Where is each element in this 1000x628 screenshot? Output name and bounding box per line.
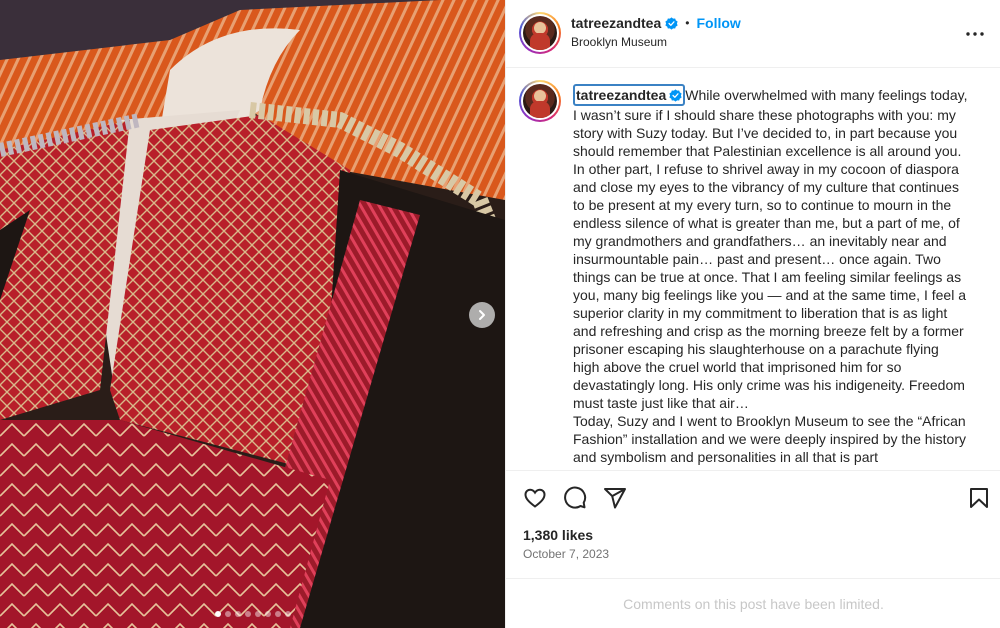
comment-icon bbox=[564, 486, 587, 509]
verified-badge-icon bbox=[669, 88, 682, 102]
caption-avatar[interactable] bbox=[519, 80, 561, 122]
verified-badge-icon bbox=[665, 16, 678, 30]
comments-limited-notice: Comments on this post have been limited. bbox=[506, 578, 1000, 628]
separator-dot: • bbox=[685, 16, 690, 30]
share-button[interactable] bbox=[602, 485, 628, 511]
carousel-dot bbox=[284, 611, 291, 617]
more-options-button[interactable] bbox=[963, 22, 987, 46]
chevron-right-icon bbox=[479, 310, 485, 320]
carousel-dot bbox=[224, 611, 231, 617]
bookmark-icon bbox=[970, 488, 988, 508]
header-username[interactable]: tatreezandtea bbox=[571, 15, 661, 31]
embroidered-dress-photo bbox=[0, 0, 505, 628]
carousel-dot bbox=[234, 611, 241, 617]
carousel-dot bbox=[254, 611, 261, 617]
action-bar: 1,380 likes October 7, 2023 bbox=[506, 470, 1000, 578]
caption-username[interactable]: tatreezandtea bbox=[573, 84, 686, 106]
post-header: tatreezandtea • Follow Brooklyn Museum bbox=[506, 0, 1000, 68]
carousel-dot bbox=[264, 611, 271, 617]
follow-button[interactable]: Follow bbox=[696, 15, 740, 31]
paper-plane-icon bbox=[604, 488, 626, 509]
caption-paragraph-2: Today, Suzy and I went to Brooklyn Museu… bbox=[573, 413, 966, 465]
caption-section: tatreezandtea While overwhelmed with man… bbox=[506, 68, 1000, 470]
carousel-dot bbox=[214, 611, 221, 617]
avatar-image bbox=[523, 16, 557, 50]
post-date[interactable]: October 7, 2023 bbox=[523, 547, 609, 561]
carousel-indicator bbox=[0, 611, 505, 617]
carousel-dot bbox=[244, 611, 251, 617]
carousel-dot bbox=[274, 611, 281, 617]
location-link[interactable]: Brooklyn Museum bbox=[571, 35, 667, 49]
save-button[interactable] bbox=[966, 485, 992, 511]
caption-text: tatreezandtea While overwhelmed with man… bbox=[573, 84, 968, 466]
heart-icon bbox=[524, 488, 546, 508]
caption-paragraph-1: While overwhelmed with many feelings tod… bbox=[573, 87, 968, 411]
avatar[interactable] bbox=[519, 12, 561, 54]
comment-button[interactable] bbox=[562, 485, 588, 511]
caption-username-text: tatreezandtea bbox=[576, 87, 667, 103]
likes-count[interactable]: 1,380 likes bbox=[523, 527, 593, 543]
post-media[interactable] bbox=[0, 0, 505, 628]
avatar-image bbox=[523, 84, 557, 118]
post-detail-panel: tatreezandtea • Follow Brooklyn Museum t… bbox=[505, 0, 1000, 628]
more-options-icon bbox=[966, 32, 984, 36]
like-button[interactable] bbox=[522, 485, 548, 511]
carousel-next-button[interactable] bbox=[469, 302, 495, 328]
